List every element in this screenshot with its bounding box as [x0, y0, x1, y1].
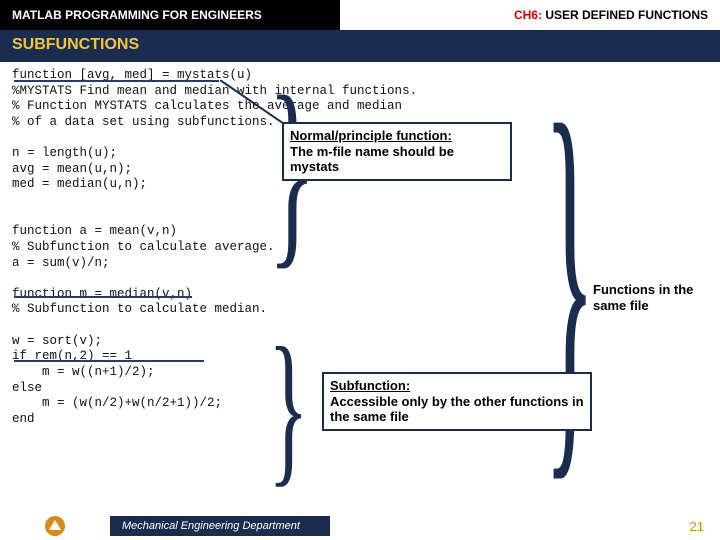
slide-footer: Mechanical Engineering Department 21 — [0, 512, 720, 540]
underline-subfunction-median — [14, 352, 204, 362]
slide-body: function [avg, med] = mystats(u) %MYSTAT… — [0, 62, 720, 492]
callout-body: The m-file name should be mystats — [290, 144, 454, 175]
callout-body: Accessible only by the other functions i… — [330, 394, 584, 425]
slide-header: MATLAB PROGRAMMING FOR ENGINEERS CH6: US… — [0, 0, 720, 30]
chapter-title: CH6: USER DEFINED FUNCTIONS — [340, 0, 720, 30]
department-label: Mechanical Engineering Department — [110, 516, 330, 536]
chapter-number: CH6: — [514, 8, 542, 22]
university-logo — [0, 512, 110, 540]
chapter-name: USER DEFINED FUNCTIONS — [542, 8, 708, 22]
brace-subfunctions: } — [268, 322, 309, 492]
callout-title: Subfunction: — [330, 378, 410, 393]
underline-subfunction-mean — [14, 288, 192, 298]
callout-principle-function: Normal/principle function: The m-file na… — [282, 122, 512, 181]
callout-title: Normal/principle function: — [290, 128, 452, 143]
page-number: 21 — [330, 519, 720, 534]
slide-title: SUBFUNCTIONS — [0, 30, 720, 62]
callout-subfunction: Subfunction: Accessible only by the othe… — [322, 372, 592, 431]
course-title: MATLAB PROGRAMMING FOR ENGINEERS — [0, 0, 340, 30]
underline-main-function — [14, 72, 219, 82]
side-note: Functions in the same file — [593, 282, 708, 313]
